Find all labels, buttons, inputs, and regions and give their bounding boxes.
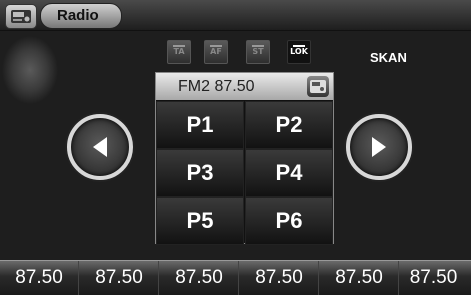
prev-station-button[interactable] (67, 114, 133, 180)
frequency-bar: 87.50 87.50 87.50 87.50 87.50 87.50 (0, 260, 471, 295)
arrow-right-icon (372, 137, 386, 157)
preset-p3[interactable]: P3 (156, 149, 244, 197)
preset-p5[interactable]: P5 (156, 197, 244, 245)
lok-indicator[interactable]: LOK (287, 40, 311, 64)
preset-p1[interactable]: P1 (156, 101, 244, 149)
radio-home-icon (11, 10, 31, 23)
top-bar: Radio (0, 0, 471, 31)
frequency-slot[interactable]: 87.50 (320, 261, 399, 295)
preset-p6[interactable]: P6 (245, 197, 333, 245)
af-indicator[interactable]: AF (204, 40, 228, 64)
frequency-slot[interactable]: 87.50 (80, 261, 159, 295)
frequency-slot[interactable]: 87.50 (240, 261, 319, 295)
arrow-left-icon (93, 137, 107, 157)
radio-device-icon (310, 80, 326, 93)
st-indicator[interactable]: ST (246, 40, 270, 64)
frequency-slot[interactable]: 87.50 (396, 261, 471, 295)
home-button[interactable] (5, 4, 37, 29)
preset-p2[interactable]: P2 (245, 101, 333, 149)
panel-header: FM2 87.50 (156, 73, 333, 100)
frequency-slot[interactable]: 87.50 (160, 261, 239, 295)
scan-button[interactable]: SKAN (370, 50, 407, 65)
current-frequency: FM2 87.50 (178, 78, 255, 95)
preset-p4[interactable]: P4 (245, 149, 333, 197)
band-button[interactable] (307, 76, 329, 97)
page-title: Radio (40, 3, 122, 29)
next-station-button[interactable] (346, 114, 412, 180)
preset-panel: FM2 87.50 P1 P2 P3 P4 P5 P6 (155, 72, 334, 245)
ta-indicator[interactable]: TA (167, 40, 191, 64)
frequency-slot[interactable]: 87.50 (0, 261, 79, 295)
